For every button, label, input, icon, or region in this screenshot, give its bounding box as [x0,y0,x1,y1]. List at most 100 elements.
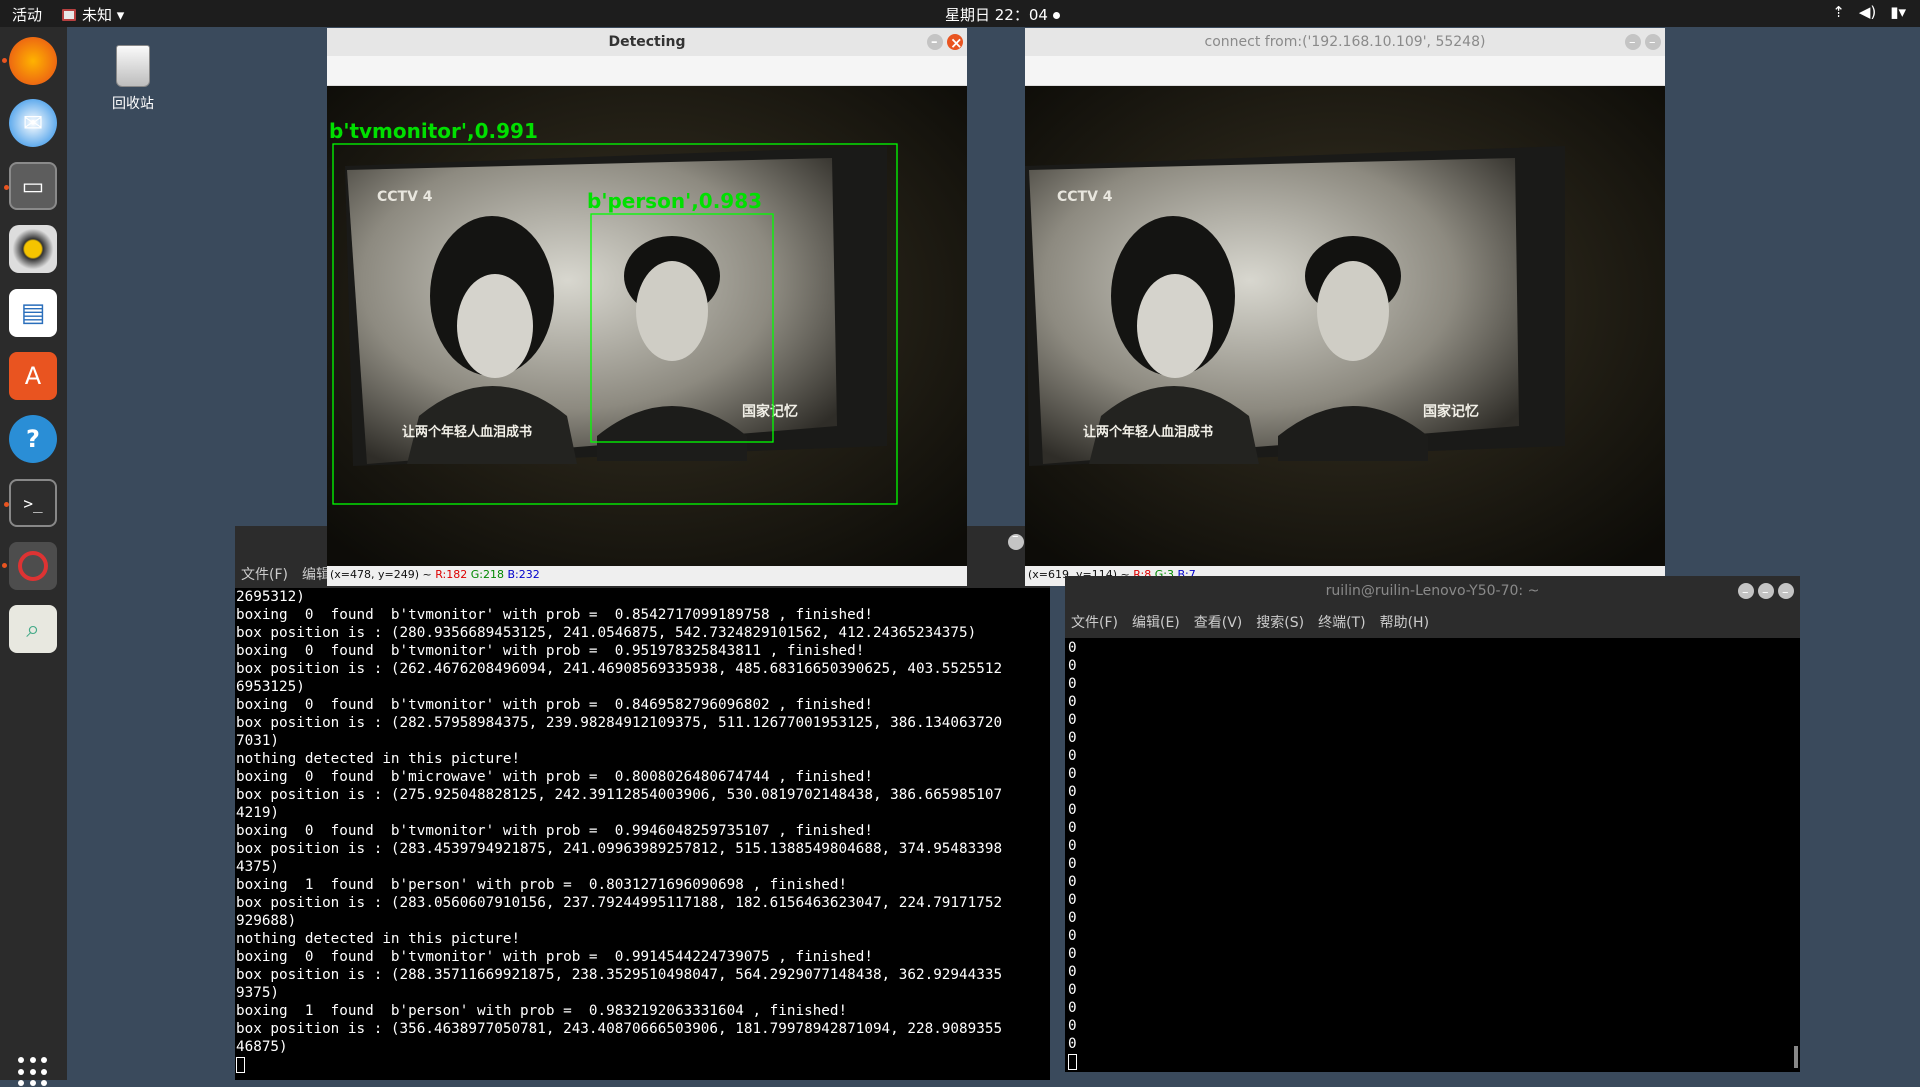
terminal-icon[interactable]: >_ [4,479,57,527]
status-coords: (x=478, y=249) ~ [330,568,432,581]
menu-edit[interactable]: 编辑(E) [1132,612,1180,632]
menu-edit[interactable]: 编辑 [302,564,330,584]
close-button[interactable] [1778,578,1794,608]
pixel-status-bar: (x=478, y=249) ~ R:182 G:218 B:232 [327,566,967,584]
writer-icon[interactable]: ▤ [9,289,57,337]
system-tray[interactable]: ⇡ ◀) ▮▾ [1832,3,1906,21]
camera-window[interactable]: connect from:('192.168.10.109', 55248) C… [1025,28,1665,586]
scrollbar[interactable] [1794,1046,1798,1068]
term-left-line: boxing 0 found b'tvmonitor' with prob = … [236,697,873,713]
term-left-line: 4219) [236,805,280,821]
term-left-line: box position is : (262.4676208496094, 24… [236,661,1003,677]
dock: ✉ ▭ ▤ A ? >_ ⌕ [0,27,67,1087]
tv-brand-text: 国家记忆 [742,403,798,420]
clock-label: 星期日 22：04 [945,6,1048,24]
activities-button[interactable]: 活动 [12,4,42,25]
term-right-line: 0 [1068,910,1077,926]
term-right-line: 0 [1068,658,1077,674]
terminal-left-output[interactable]: 2695312) boxing 0 found b'tvmonitor' with… [235,588,1050,1080]
term-left-line: 7031) [236,733,280,749]
menu-file[interactable]: 文件(F) [241,564,288,584]
menu-help[interactable]: 帮助(H) [1380,612,1429,632]
terminal-right-titlebar[interactable]: ruilin@ruilin-Lenovo-Y50-70: ~ [1065,576,1800,608]
camera-image[interactable]: CCTV 4 让两个年轻人血泪成书 国家记忆 [1025,86,1665,566]
term-right-line: 0 [1068,874,1077,890]
term-left-line: 6953125) [236,679,305,695]
show-apps-icon[interactable] [18,1057,48,1087]
menu-terminal[interactable]: 终端(T) [1318,612,1365,632]
term-left-line: 4375) [236,859,280,875]
term-right-line: 0 [1068,928,1077,944]
term-right-line: 0 [1068,982,1077,998]
menu-view[interactable]: 查看(V) [1194,612,1243,632]
camera-frame: CCTV 4 让两个年轻人血泪成书 国家记忆 b'tvmonitor',0.99… [327,86,967,566]
status-red: R:182 [435,568,468,581]
term-left-line: 929688) [236,913,297,929]
tv-logo-text: CCTV 4 [1057,189,1113,205]
notification-dot [1052,12,1060,19]
term-left-line: 9375) [236,985,280,1001]
term-left-line: box position is : (280.9356689453125, 24… [236,625,977,641]
term-right-line: 0 [1068,730,1077,746]
term-left-line: nothing detected in this picture! [236,751,521,767]
window-title: Detecting [608,34,686,50]
rhythmbox-icon[interactable] [9,225,57,273]
minimize-button[interactable] [927,29,943,57]
network-icon: ⇡ [1832,3,1845,21]
term-left-line: box position is : (283.0560607910156, 23… [236,895,1003,911]
status-blue: B:232 [507,568,540,581]
term-left-line: box position is : (275.925048828125, 242… [236,787,1003,803]
close-button[interactable] [947,29,963,57]
minimize-button[interactable] [1008,529,1024,550]
menu-search[interactable]: 搜索(S) [1256,612,1304,632]
terminal-window-left[interactable]: 文件(F) 编辑 2695312) boxing 0 found b'tvmoni… [235,526,1050,1080]
terminal-window-right[interactable]: ruilin@ruilin-Lenovo-Y50-70: ~ 文件(F) 编辑(… [1065,576,1800,1072]
trash-icon [116,45,150,87]
help-icon[interactable]: ? [9,415,57,463]
software-icon[interactable]: A [9,352,57,400]
term-right-line: 0 [1068,676,1077,692]
toolbar [327,56,967,86]
term-left-line: boxing 1 found b'person' with prob = 0.8… [236,877,848,893]
term-right-line: 0 [1068,892,1077,908]
menu-file[interactable]: 文件(F) [1071,612,1118,632]
files-icon[interactable]: ▭ [4,162,57,210]
tv-brand-text: 国家记忆 [1423,403,1479,420]
term-left-line: nothing detected in this picture! [236,931,521,947]
minimize-button[interactable] [1738,578,1754,608]
app-menu-label: 未知 ▾ [82,6,125,24]
firefox-icon[interactable] [2,37,57,85]
battery-icon: ▮▾ [1890,3,1906,21]
term-right-line: 0 [1068,1018,1077,1034]
terminal-right-menubar: 文件(F) 编辑(E) 查看(V) 搜索(S) 终端(T) 帮助(H) [1065,606,1800,638]
term-left-line: boxing 0 found b'tvmonitor' with prob = … [236,823,873,839]
detecting-window[interactable]: Detecting CCTV 4 让两个年轻人血泪成书 国家记忆 b'tvmon… [327,28,967,586]
window-title: connect from:('192.168.10.109', 55248) [1204,34,1486,50]
close-button[interactable] [1645,29,1661,57]
term-left-line: box position is : (283.4539794921875, 24… [236,841,1003,857]
term-right-line: 0 [1068,964,1077,980]
image-viewer-icon[interactable]: ⌕ [9,605,57,653]
app-menu[interactable]: 未知 ▾ [62,4,124,25]
trash-desktop-icon[interactable]: 回收站 [100,45,166,113]
tv-logo-text: CCTV 4 [377,189,433,205]
camera-frame: CCTV 4 让两个年轻人血泪成书 国家记忆 [1025,86,1665,566]
terminal-right-output[interactable]: 0 0 0 0 0 0 0 0 0 0 0 0 0 0 0 0 0 0 0 0 0 0 0 [1068,639,1793,1072]
term-right-line: 0 [1068,820,1077,836]
top-bar: 活动 未知 ▾ 星期日 22：04 ⇡ ◀) ▮▾ [0,0,1920,27]
detecting-titlebar[interactable]: Detecting [327,28,967,57]
term-left-line: boxing 0 found b'tvmonitor' with prob = … [236,643,865,659]
maximize-button[interactable] [1758,578,1774,608]
term-right-line: 0 [1068,748,1077,764]
term-left-line: 2695312) [236,589,305,605]
clock[interactable]: 星期日 22：04 [945,4,1060,25]
status-green: G:218 [470,568,504,581]
term-right-line: 0 [1068,694,1077,710]
minimize-button[interactable] [1625,29,1641,57]
thunderbird-icon[interactable]: ✉ [9,99,57,147]
stop-app-icon[interactable] [2,542,57,590]
camera-titlebar[interactable]: connect from:('192.168.10.109', 55248) [1025,28,1665,57]
term-right-line: 0 [1068,1000,1077,1016]
term-right-line: 0 [1068,946,1077,962]
detection-image[interactable]: CCTV 4 让两个年轻人血泪成书 国家记忆 b'tvmonitor',0.99… [327,86,967,566]
